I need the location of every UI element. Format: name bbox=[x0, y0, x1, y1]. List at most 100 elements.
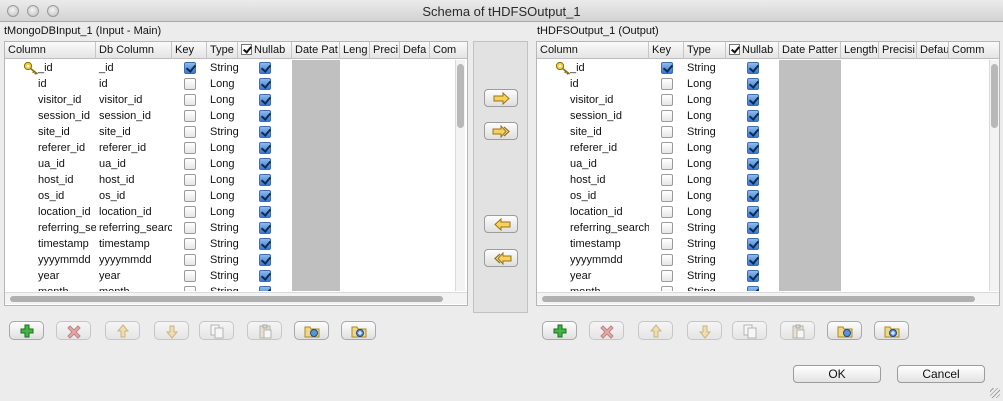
table-row[interactable]: referer_id Long bbox=[537, 140, 999, 156]
type-cell[interactable]: String bbox=[684, 236, 726, 252]
column-name-cell[interactable]: year bbox=[35, 268, 96, 284]
column-name-cell[interactable]: referer_id bbox=[567, 140, 649, 156]
nullable-checkbox[interactable] bbox=[259, 222, 271, 234]
key-checkbox[interactable] bbox=[184, 110, 196, 122]
column-header-default[interactable]: Defa bbox=[400, 42, 430, 59]
table-row[interactable]: timestamp String bbox=[537, 236, 999, 252]
export-button[interactable] bbox=[874, 321, 909, 340]
table-row[interactable]: visitor_id Long bbox=[537, 92, 999, 108]
move-down-button[interactable] bbox=[687, 321, 722, 340]
table-row[interactable]: visitor_id visitor_id Long bbox=[5, 92, 467, 108]
key-checkbox[interactable] bbox=[661, 78, 673, 90]
column-name-cell[interactable]: referer_id bbox=[35, 140, 96, 156]
nullable-checkbox[interactable] bbox=[747, 126, 759, 138]
db-column-cell[interactable]: visitor_id bbox=[96, 92, 172, 108]
type-cell[interactable]: Long bbox=[684, 188, 726, 204]
type-cell[interactable]: String bbox=[207, 220, 238, 236]
export-button[interactable] bbox=[341, 321, 376, 340]
key-checkbox[interactable] bbox=[661, 62, 673, 74]
table-row[interactable]: timestamp timestamp String bbox=[5, 236, 467, 252]
nullable-checkbox[interactable] bbox=[747, 286, 759, 291]
nullable-checkbox[interactable] bbox=[259, 62, 271, 74]
table-row[interactable]: id id Long bbox=[5, 76, 467, 92]
key-checkbox[interactable] bbox=[184, 206, 196, 218]
column-name-cell[interactable]: year bbox=[567, 268, 649, 284]
column-name-cell[interactable]: os_id bbox=[35, 188, 96, 204]
column-header-precision[interactable]: Preci bbox=[370, 42, 400, 59]
nullable-checkbox[interactable] bbox=[259, 270, 271, 282]
nullable-checkbox[interactable] bbox=[259, 238, 271, 250]
key-checkbox[interactable] bbox=[184, 270, 196, 282]
table-row[interactable]: monthmonth String bbox=[5, 284, 467, 291]
table-row[interactable]: year String bbox=[537, 268, 999, 284]
type-cell[interactable]: Long bbox=[684, 92, 726, 108]
column-name-cell[interactable]: session_id bbox=[35, 108, 96, 124]
column-name-cell[interactable]: visitor_id bbox=[567, 92, 649, 108]
db-column-cell[interactable]: timestamp bbox=[96, 236, 172, 252]
db-column-cell[interactable]: _id bbox=[96, 60, 172, 76]
type-cell[interactable]: String bbox=[684, 268, 726, 284]
column-header-default[interactable]: Defau bbox=[917, 42, 949, 59]
db-column-cell[interactable]: referring_search bbox=[96, 220, 172, 236]
key-checkbox[interactable] bbox=[184, 190, 196, 202]
db-column-cell[interactable]: yyyymmdd bbox=[96, 252, 172, 268]
type-cell[interactable]: Long bbox=[207, 156, 238, 172]
table-row[interactable]: location_id Long bbox=[537, 204, 999, 220]
column-header-comment[interactable]: Com bbox=[430, 42, 467, 59]
nullable-checkbox[interactable] bbox=[259, 174, 271, 186]
remove-button[interactable] bbox=[589, 321, 624, 340]
paste-button[interactable] bbox=[247, 321, 282, 340]
type-cell[interactable]: String bbox=[684, 60, 726, 76]
nullable-checkbox[interactable] bbox=[747, 254, 759, 266]
key-checkbox[interactable] bbox=[184, 78, 196, 90]
type-cell[interactable]: Long bbox=[207, 140, 238, 156]
copy-all-left-button[interactable] bbox=[484, 249, 518, 267]
table-row[interactable]: ua_id Long bbox=[537, 156, 999, 172]
key-checkbox[interactable] bbox=[661, 238, 673, 250]
move-up-button[interactable] bbox=[638, 321, 673, 340]
table-row[interactable]: year year String bbox=[5, 268, 467, 284]
column-name-cell[interactable]: visitor_id bbox=[35, 92, 96, 108]
column-header-db-column[interactable]: Db Column bbox=[96, 42, 172, 59]
column-name-cell[interactable]: referring_search bbox=[567, 220, 649, 236]
type-cell[interactable]: Long bbox=[207, 204, 238, 220]
table-row[interactable]: ua_id ua_id Long bbox=[5, 156, 467, 172]
key-checkbox[interactable] bbox=[184, 94, 196, 106]
move-up-button[interactable] bbox=[105, 321, 140, 340]
nullable-checkbox[interactable] bbox=[747, 270, 759, 282]
column-name-cell[interactable]: host_id bbox=[567, 172, 649, 188]
type-cell[interactable]: Long bbox=[684, 140, 726, 156]
table-row[interactable]: host_id host_id Long bbox=[5, 172, 467, 188]
nullable-checkbox[interactable] bbox=[747, 222, 759, 234]
cancel-button[interactable]: Cancel bbox=[897, 365, 985, 383]
move-down-button[interactable] bbox=[154, 321, 189, 340]
output-vertical-scrollbar[interactable] bbox=[989, 60, 999, 291]
output-horizontal-scrollbar[interactable] bbox=[537, 292, 999, 304]
type-cell[interactable]: String bbox=[684, 124, 726, 140]
key-checkbox[interactable] bbox=[661, 174, 673, 186]
key-checkbox[interactable] bbox=[661, 158, 673, 170]
table-row[interactable]: yyyymmdd String bbox=[537, 252, 999, 268]
column-header-type[interactable]: Type bbox=[207, 42, 238, 59]
nullable-checkbox[interactable] bbox=[747, 78, 759, 90]
add-button[interactable] bbox=[542, 321, 577, 340]
nullable-checkbox[interactable] bbox=[747, 174, 759, 186]
key-checkbox[interactable] bbox=[184, 254, 196, 266]
key-checkbox[interactable] bbox=[661, 222, 673, 234]
table-row[interactable]: site_id String bbox=[537, 124, 999, 140]
column-header-date-pattern[interactable]: Date Pat bbox=[292, 42, 340, 59]
key-checkbox[interactable] bbox=[184, 158, 196, 170]
key-checkbox[interactable] bbox=[184, 142, 196, 154]
column-header-precision[interactable]: Precisi bbox=[879, 42, 917, 59]
column-header-length[interactable]: Leng bbox=[340, 42, 370, 59]
input-vertical-scrollbar[interactable] bbox=[455, 60, 465, 291]
key-checkbox[interactable] bbox=[184, 222, 196, 234]
column-header-key[interactable]: Key bbox=[172, 42, 207, 59]
column-header-nullable[interactable]: Nullab bbox=[726, 42, 779, 59]
key-checkbox[interactable] bbox=[661, 142, 673, 154]
add-button[interactable] bbox=[9, 321, 44, 340]
column-name-cell[interactable]: location_id bbox=[567, 204, 649, 220]
nullable-checkbox[interactable] bbox=[259, 158, 271, 170]
table-row[interactable]: session_id Long bbox=[537, 108, 999, 124]
nullable-checkbox[interactable] bbox=[747, 94, 759, 106]
